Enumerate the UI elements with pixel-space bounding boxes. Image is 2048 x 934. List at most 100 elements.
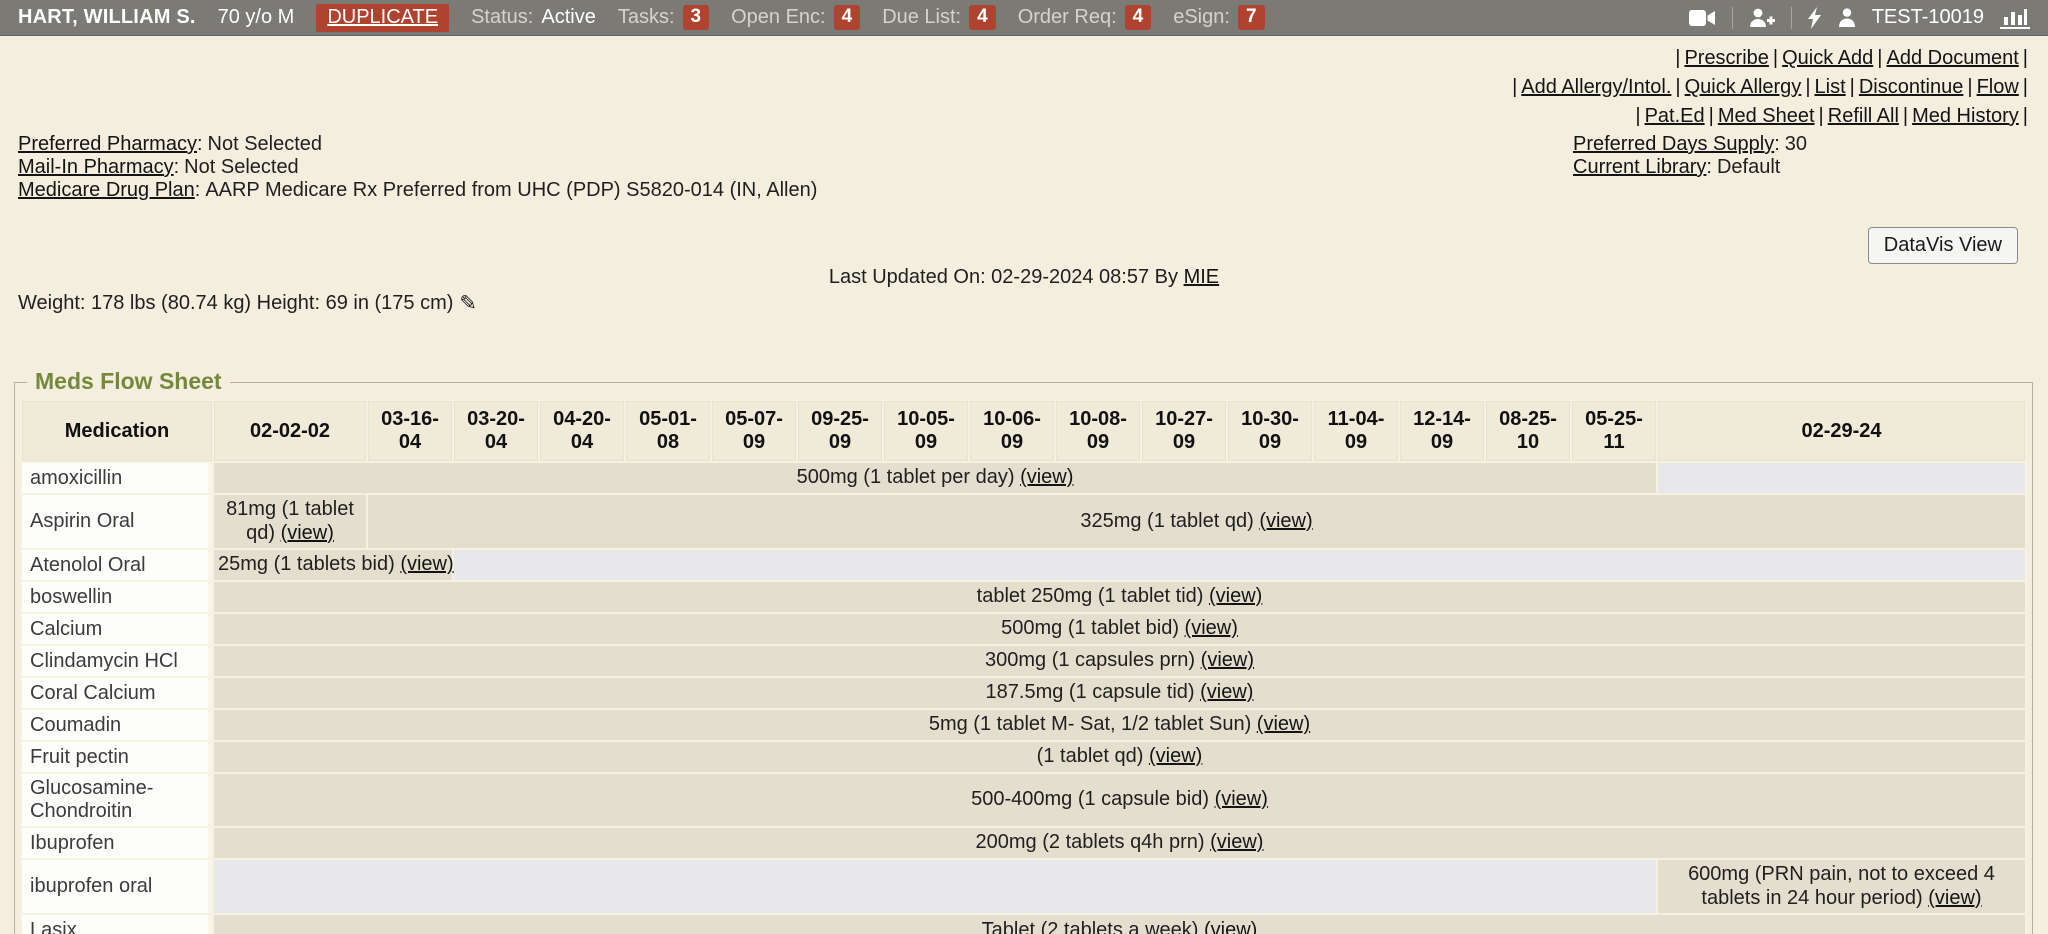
- med-dose-cell: 25mg (1 tablets bid) (view): [214, 550, 452, 580]
- action-link[interactable]: Add Allergy/Intol.: [1521, 76, 1671, 98]
- preferred-days-supply-value: 30: [1785, 133, 1807, 155]
- view-link[interactable]: (view): [1209, 585, 1262, 607]
- add-person-icon[interactable]: [1749, 8, 1775, 28]
- action-link[interactable]: Quick Allergy: [1685, 76, 1802, 98]
- column-header: 02-02-02: [214, 401, 366, 461]
- due-list-count-badge[interactable]: 4: [969, 5, 996, 30]
- medication-name: Fruit pectin: [22, 742, 212, 772]
- tasks-pair: Tasks: 3: [618, 5, 709, 30]
- due-list-pair: Due List: 4: [882, 5, 996, 30]
- action-link[interactable]: Quick Add: [1782, 47, 1873, 69]
- edit-pencil-icon[interactable]: ✎: [459, 291, 477, 316]
- preferred-pharmacy-value: Not Selected: [208, 133, 323, 155]
- medication-name: ibuprofen oral: [22, 860, 212, 913]
- med-dose-cell: 187.5mg (1 capsule tid) (view): [214, 678, 2025, 708]
- med-dose-cell: 500mg (1 tablet per day) (view): [214, 463, 1656, 493]
- bar-chart-icon[interactable]: [2000, 7, 2030, 29]
- meds-flow-sheet-fieldset: Meds Flow Sheet Medication02-02-0203-16-…: [14, 382, 2033, 934]
- mail-in-pharmacy-value: Not Selected: [184, 156, 299, 178]
- status-pair: Status: Active: [471, 6, 596, 29]
- view-link[interactable]: (view): [1200, 681, 1253, 703]
- medicare-drug-plan-line: Medicare Drug Plan:AARP Medicare Rx Pref…: [18, 179, 817, 201]
- colon: :: [1774, 133, 1780, 155]
- action-link[interactable]: Med History: [1912, 105, 2019, 127]
- view-link[interactable]: (view): [1259, 510, 1312, 532]
- view-link[interactable]: (view): [1185, 617, 1238, 639]
- medication-name: Coral Calcium: [22, 678, 212, 708]
- datavis-view-button[interactable]: DataVis View: [1868, 227, 2018, 264]
- colon: :: [195, 179, 201, 201]
- current-library-value: Default: [1717, 156, 1780, 178]
- view-link[interactable]: (view): [1201, 649, 1254, 671]
- current-library-link[interactable]: Current Library: [1573, 156, 1706, 178]
- action-link[interactable]: Pat.Ed: [1645, 105, 1705, 127]
- action-link[interactable]: Discontinue: [1859, 76, 1964, 98]
- action-link[interactable]: List: [1815, 76, 1846, 98]
- action-link[interactable]: Prescribe: [1684, 47, 1768, 69]
- view-link[interactable]: (view): [1204, 919, 1257, 934]
- duplicate-badge[interactable]: DUPLICATE: [316, 4, 449, 32]
- action-link[interactable]: Flow: [1977, 76, 2019, 98]
- patient-age-sex: 70 y/o M: [218, 6, 295, 29]
- toolbar-divider: [1732, 7, 1733, 29]
- med-dose-cell: 600mg (PRN pain, not to exceed 4 tablets…: [1658, 860, 2025, 913]
- view-link[interactable]: (view): [1020, 466, 1073, 488]
- action-link[interactable]: Add Document: [1887, 47, 2019, 69]
- view-link[interactable]: (view): [1928, 887, 1981, 909]
- video-camera-icon[interactable]: [1689, 9, 1716, 27]
- action-link[interactable]: Refill All: [1828, 105, 1899, 127]
- order-req-count-badge[interactable]: 4: [1125, 5, 1152, 30]
- medicare-drug-plan-link[interactable]: Medicare Drug Plan: [18, 179, 195, 201]
- table-row: Glucosamine-Chondroitin500-400mg (1 caps…: [22, 774, 2025, 826]
- colon: :: [197, 133, 203, 155]
- person-icon[interactable]: [1838, 8, 1856, 27]
- view-link[interactable]: (view): [1215, 788, 1268, 810]
- preferred-days-supply-link[interactable]: Preferred Days Supply: [1573, 133, 1774, 155]
- status-label: Status:: [471, 6, 533, 29]
- view-link[interactable]: (view): [1149, 745, 1202, 767]
- medication-name: boswellin: [22, 582, 212, 612]
- med-dose-cell: (1 tablet qd) (view): [214, 742, 2025, 772]
- action-link[interactable]: Med Sheet: [1718, 105, 1815, 127]
- meds-flow-sheet-table: Medication02-02-0203-16-0403-20-0404-20-…: [20, 399, 2027, 934]
- table-row: amoxicillin500mg (1 tablet per day) (vie…: [22, 463, 2025, 493]
- column-header: Medication: [22, 401, 212, 461]
- med-dose-cell: 200mg (2 tablets q4h prn) (view): [214, 828, 2025, 858]
- preferred-pharmacy-link[interactable]: Preferred Pharmacy: [18, 133, 197, 155]
- current-library-line: Current Library:Default: [1573, 156, 1807, 178]
- table-row: Aspirin Oral81mg (1 tablet qd) (view)325…: [22, 495, 2025, 548]
- med-dose-cell: 81mg (1 tablet qd) (view): [214, 495, 366, 548]
- colon: :: [174, 156, 180, 178]
- order-req-pair: Order Req: 4: [1018, 5, 1152, 30]
- column-header: 10-30-09: [1228, 401, 1312, 461]
- view-link[interactable]: (view): [281, 522, 334, 544]
- mail-in-pharmacy-link[interactable]: Mail-In Pharmacy: [18, 156, 174, 178]
- view-link[interactable]: (view): [1210, 831, 1263, 853]
- empty-cell: [454, 550, 2025, 580]
- open-enc-count-badge[interactable]: 4: [834, 5, 861, 30]
- column-header: 09-25-09: [798, 401, 882, 461]
- supply-info-block: Preferred Days Supply:30 Current Library…: [1573, 133, 1807, 179]
- view-link[interactable]: (view): [1257, 713, 1310, 735]
- user-id: TEST-10019: [1872, 6, 1984, 29]
- last-updated-by-link[interactable]: MIE: [1184, 266, 1220, 288]
- table-row: Coral Calcium187.5mg (1 capsule tid) (vi…: [22, 678, 2025, 708]
- column-header: 10-27-09: [1142, 401, 1226, 461]
- empty-cell: [214, 860, 1656, 913]
- column-header: 08-25-10: [1486, 401, 1570, 461]
- open-enc-label: Open Enc:: [731, 6, 826, 29]
- column-header: 10-06-09: [970, 401, 1054, 461]
- esign-pair: eSign: 7: [1173, 5, 1264, 30]
- medication-name: Glucosamine-Chondroitin: [22, 774, 212, 826]
- meds-flow-sheet-title: Meds Flow Sheet: [27, 368, 230, 395]
- esign-count-badge[interactable]: 7: [1238, 5, 1265, 30]
- med-dose-cell: Tablet (2 tablets a week) (view): [214, 915, 2025, 934]
- view-link[interactable]: (view): [400, 553, 453, 575]
- med-dose-cell: 300mg (1 capsules prn) (view): [214, 646, 2025, 676]
- table-row: Coumadin5mg (1 tablet M- Sat, 1/2 tablet…: [22, 710, 2025, 740]
- lightning-icon[interactable]: [1808, 7, 1822, 29]
- table-row: Fruit pectin(1 tablet qd) (view): [22, 742, 2025, 772]
- column-header: 05-01-08: [626, 401, 710, 461]
- esign-label: eSign:: [1173, 6, 1230, 29]
- tasks-count-badge[interactable]: 3: [683, 5, 710, 30]
